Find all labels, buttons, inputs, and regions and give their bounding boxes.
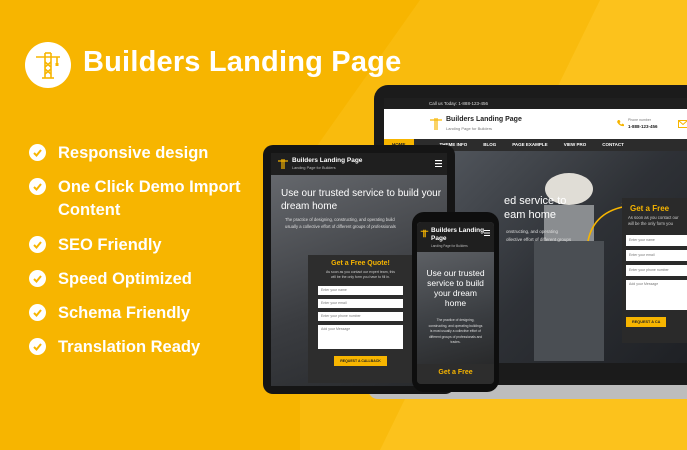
laptop-site-header: Builders Landing Page Landing Page for B… (384, 109, 687, 139)
phone-hero-title-2: service to build (427, 278, 484, 288)
laptop-quote-form: Get a Free As soon as you contact our wil… (622, 198, 687, 343)
crane-tower-icon (430, 118, 442, 130)
laptop-form-title: Get a Free (630, 204, 670, 213)
phone-hero-title-1: Use our trusted (426, 268, 485, 278)
tablet-site-tagline: Landing Page for Builders (292, 166, 336, 170)
tablet-name-input[interactable]: Enter your name (318, 286, 403, 295)
tablet-email-input[interactable]: Enter your email (318, 299, 403, 308)
feature-text-line2: Content (58, 201, 121, 219)
laptop-form-sub-2: will be the only form you (628, 221, 673, 226)
phone-hero-text-5: trades. (450, 340, 461, 344)
tablet-hero-title-1: Use our trusted service to build your (281, 188, 442, 199)
tablet-form-sub-2: will be the only form you have to fill i… (331, 275, 390, 279)
laptop-site-title: Builders Landing Page (446, 116, 522, 123)
menu-icon[interactable] (484, 230, 490, 236)
phone-site-title-2: Page (431, 235, 447, 242)
phone-hero-title-4: home (444, 298, 467, 308)
laptop-hero-text-1: onstructing, and operating (506, 229, 559, 234)
laptop-form-sub: As soon as you contact our will be the on… (622, 213, 687, 231)
menu-icon[interactable] (435, 160, 442, 167)
laptop-phone-input[interactable]: Enter your phone number (626, 265, 687, 276)
check-icon (29, 144, 46, 161)
phone-mockup: Builders Landing Page Landing Page for B… (412, 212, 499, 392)
phone-icon (617, 120, 624, 127)
nav-blog[interactable]: BLOG (475, 139, 504, 151)
feature-text: Translation Ready (58, 338, 201, 356)
phone-site-tagline: Landing Page for Builders (431, 244, 468, 248)
crane-tower-icon (420, 229, 429, 238)
tablet-hero-title-2: dream home (281, 201, 338, 212)
nav-view-pro[interactable]: VIEW PRO (556, 139, 595, 151)
check-icon (29, 236, 46, 253)
feature-item: Speed Optimized (29, 268, 269, 290)
feature-text-line1: One Click Demo Import (58, 178, 241, 196)
laptop-hero-title-2: eam home (504, 209, 556, 221)
tablet-form-sub-1: As soon as you contact our expert team, … (325, 270, 396, 274)
laptop-name-input[interactable]: Enter your name (626, 235, 687, 246)
feature-item: Responsive design (29, 142, 269, 164)
feature-text: Schema Friendly (58, 304, 191, 322)
phone-site-header: Builders Landing Page Landing Page for B… (417, 222, 494, 252)
tablet-quote-form: Get a Free Quote! As soon as you contact… (308, 255, 413, 383)
laptop-email-input[interactable]: Enter your email (626, 250, 687, 261)
tablet-site-header: Builders Landing Page Landing Page for B… (271, 153, 447, 175)
laptop-hero-title-1: ed service to (504, 195, 567, 207)
nav-page-example[interactable]: PAGE EXAMPLE (504, 139, 555, 151)
tablet-form-title: Get a Free Quote! (331, 260, 390, 267)
laptop-topbar: Call us Today: 1-888-123-456 (384, 98, 687, 109)
feature-item: SEO Friendly (29, 234, 269, 256)
feature-item: One Click Demo Import Content (29, 176, 269, 222)
brand-logo (25, 42, 71, 88)
feature-list: Responsive design One Click Demo Import C… (29, 142, 269, 370)
laptop-hero-text-2: ollective effort of different groups (506, 237, 572, 242)
tablet-phone-input[interactable]: Enter your phone number (318, 312, 403, 321)
feature-text: SEO Friendly (58, 236, 162, 254)
tablet-form-sub: As soon as you contact our expert team, … (308, 267, 413, 283)
crane-tower-icon (278, 159, 288, 169)
laptop-message-input[interactable]: Add your Message (626, 280, 687, 310)
tablet-message-input[interactable]: Add your Message (318, 325, 403, 349)
laptop-site-tagline: Landing Page for Builders (446, 126, 493, 131)
feature-item: Translation Ready (29, 336, 269, 358)
check-icon (29, 270, 46, 287)
check-icon (29, 338, 46, 355)
laptop-phone-label: Phone number (628, 118, 651, 122)
mail-icon (678, 120, 687, 128)
feature-text: Responsive design (58, 144, 209, 162)
laptop-form-sub-1: As soon as you contact our (628, 215, 679, 220)
feature-text: Speed Optimized (58, 270, 192, 288)
laptop-request-button[interactable]: REQUEST A CA (626, 317, 667, 327)
tablet-site-title: Builders Landing Page (292, 157, 363, 164)
phone-hero-title-3: your dream (434, 288, 477, 298)
feature-item: Schema Friendly (29, 302, 269, 324)
phone-screen: Builders Landing Page Landing Page for B… (417, 222, 494, 384)
phone-site-title-1: Builders Landing (431, 227, 485, 234)
check-icon (29, 178, 46, 195)
phone-hero-text: The practice of designing, constructing,… (417, 318, 494, 346)
laptop-phone-number: 1-888-123-456 (628, 124, 658, 129)
tablet-hero-text-2: usually a collective effort of different… (285, 224, 396, 229)
brand-title: Builders Landing Page (83, 46, 402, 78)
worker-silhouette (534, 173, 604, 361)
check-icon (29, 304, 46, 321)
tablet-request-button[interactable]: REQUEST A CALLBACK (334, 356, 387, 366)
tablet-hero-text-1: The practice of designing, constructing,… (285, 217, 395, 222)
phone-form-title: Get a Free (417, 364, 494, 384)
feature-text: One Click Demo Import Content (58, 176, 240, 222)
nav-contact[interactable]: CONTACT (594, 139, 632, 151)
crane-tower-icon (36, 52, 60, 79)
phone-hero-title: Use our trusted service to build your dr… (417, 268, 494, 308)
